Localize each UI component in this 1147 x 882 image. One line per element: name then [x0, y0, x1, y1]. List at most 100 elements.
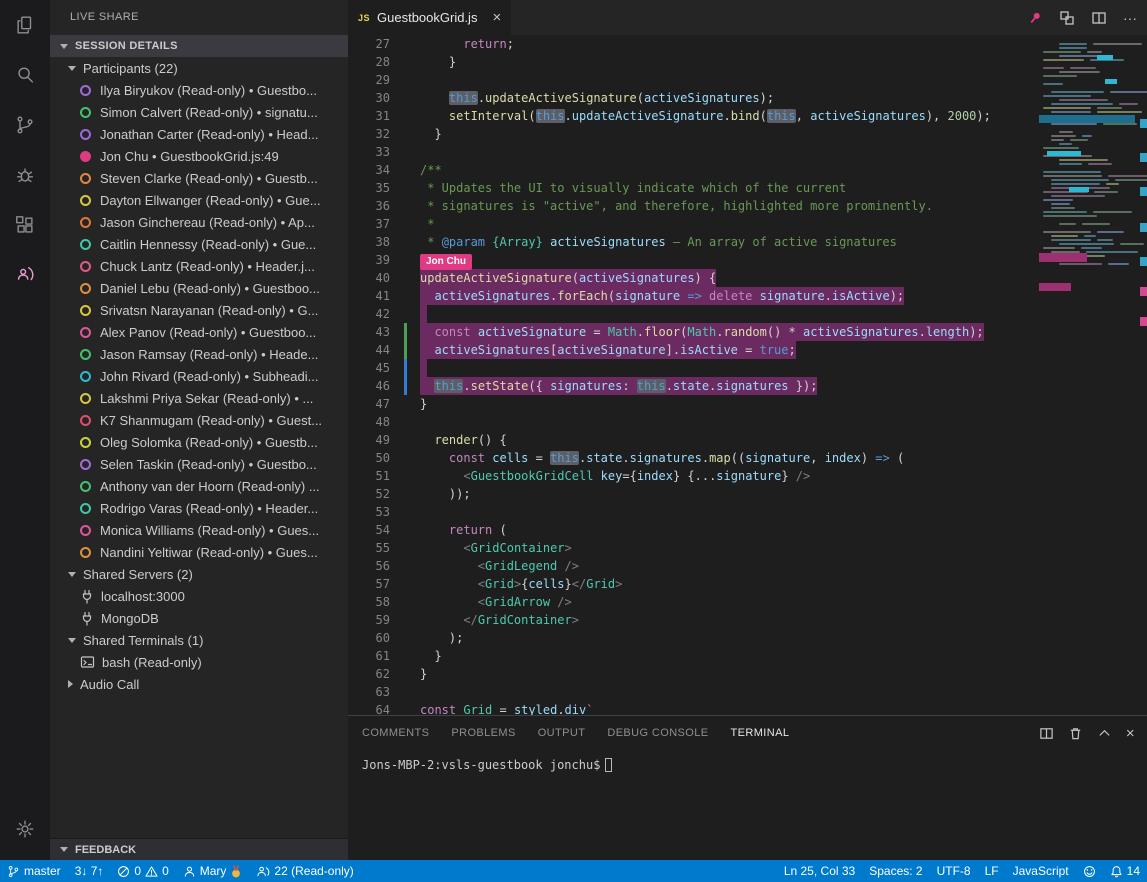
code-line[interactable]: 55 <GridContainer>: [348, 539, 1147, 557]
code-editor[interactable]: 27 return; 28 } 29 30 this.updateActiveSign…: [348, 35, 1147, 715]
line-number[interactable]: 45: [348, 359, 390, 377]
code-line[interactable]: 57 <Grid>{cells}</Grid>: [348, 575, 1147, 593]
explorer-icon[interactable]: [0, 0, 50, 50]
line-number[interactable]: 31: [348, 107, 390, 125]
audio-call-item[interactable]: Audio Call: [50, 673, 348, 695]
line-number[interactable]: 39: [348, 251, 390, 269]
git-branch-item[interactable]: master: [0, 860, 68, 882]
line-number[interactable]: 55: [348, 539, 390, 557]
line-number[interactable]: 38: [348, 233, 390, 251]
participant-item[interactable]: Jonathan Carter (Read-only) • Head...: [50, 123, 348, 145]
line-number[interactable]: 37: [348, 215, 390, 233]
maximize-panel-icon[interactable]: [1097, 726, 1112, 741]
line-number[interactable]: 63: [348, 683, 390, 701]
line-number[interactable]: 43: [348, 323, 390, 341]
line-number[interactable]: 35: [348, 179, 390, 197]
participant-item[interactable]: Jason Ginchereau (Read-only) • Ap...: [50, 211, 348, 233]
code-line[interactable]: 34 /**: [348, 161, 1147, 179]
code-line[interactable]: 52 ));: [348, 485, 1147, 503]
code-line[interactable]: 49 render() {: [348, 431, 1147, 449]
line-number[interactable]: 50: [348, 449, 390, 467]
line-number[interactable]: 52: [348, 485, 390, 503]
line-number[interactable]: 33: [348, 143, 390, 161]
code-line[interactable]: 32 }: [348, 125, 1147, 143]
git-sync-item[interactable]: 3↓ 7↑: [68, 860, 111, 882]
tab-problems[interactable]: PROBLEMS: [451, 727, 515, 739]
code-line[interactable]: 56 <GridLegend />: [348, 557, 1147, 575]
participant-item[interactable]: Caitlin Hennessy (Read-only) • Gue...: [50, 233, 348, 255]
shared-servers-header[interactable]: Shared Servers (2): [50, 563, 348, 585]
eol-item[interactable]: LF: [978, 860, 1006, 882]
debug-icon[interactable]: [0, 150, 50, 200]
line-number[interactable]: 46: [348, 377, 390, 395]
line-number[interactable]: 60: [348, 629, 390, 647]
code-line[interactable]: 62}: [348, 665, 1147, 683]
line-number[interactable]: 48: [348, 413, 390, 431]
minimap[interactable]: [1039, 35, 1147, 715]
code-line[interactable]: 51 <GuestbookGridCell key={index} {...si…: [348, 467, 1147, 485]
code-line[interactable]: 53: [348, 503, 1147, 521]
participant-item[interactable]: John Rivard (Read-only) • Subheadi...: [50, 365, 348, 387]
line-number[interactable]: 40: [348, 269, 390, 287]
problems-item[interactable]: 0 0: [110, 860, 175, 882]
participant-item[interactable]: Selen Taskin (Read-only) • Guestbo...: [50, 453, 348, 475]
feedback-smiley-item[interactable]: [1076, 860, 1103, 882]
line-number[interactable]: 30: [348, 89, 390, 107]
shared-terminals-header[interactable]: Shared Terminals (1): [50, 629, 348, 651]
code-line[interactable]: 29: [348, 71, 1147, 89]
line-number[interactable]: 47: [348, 395, 390, 413]
close-panel-icon[interactable]: ×: [1126, 725, 1135, 742]
participant-item[interactable]: Lakshmi Priya Sekar (Read-only) • ...: [50, 387, 348, 409]
line-number[interactable]: 54: [348, 521, 390, 539]
line-number[interactable]: 51: [348, 467, 390, 485]
code-line[interactable]: 58 <GridArrow />: [348, 593, 1147, 611]
participant-item[interactable]: Ilya Biryukov (Read-only) • Guestbo...: [50, 79, 348, 101]
signed-in-user-item[interactable]: Mary: [176, 860, 250, 882]
kill-terminal-icon[interactable]: [1068, 726, 1083, 741]
line-number[interactable]: 42: [348, 305, 390, 323]
line-number[interactable]: 32: [348, 125, 390, 143]
line-number[interactable]: 36: [348, 197, 390, 215]
code-line[interactable]: 60 );: [348, 629, 1147, 647]
live-share-status-item[interactable]: 22 (Read-only): [249, 860, 360, 882]
participant-item[interactable]: Rodrigo Varas (Read-only) • Header...: [50, 497, 348, 519]
code-line[interactable]: 44 activeSignatures[activeSignature].isA…: [348, 341, 1147, 359]
participant-item[interactable]: Anthony van der Hoorn (Read-only) ...: [50, 475, 348, 497]
code-line[interactable]: 54 return (: [348, 521, 1147, 539]
code-line[interactable]: 48: [348, 413, 1147, 431]
extensions-icon[interactable]: [0, 200, 50, 250]
encoding-item[interactable]: UTF-8: [930, 860, 978, 882]
tab-guestbookgrid[interactable]: JS GuestbookGrid.js ×: [348, 0, 512, 35]
live-share-icon[interactable]: [0, 250, 50, 300]
participant-item[interactable]: Oleg Solomka (Read-only) • Guestb...: [50, 431, 348, 453]
line-number[interactable]: 41: [348, 287, 390, 305]
tab-comments[interactable]: COMMENTS: [362, 727, 429, 739]
participant-item[interactable]: Dayton Ellwanger (Read-only) • Gue...: [50, 189, 348, 211]
cursor-position-item[interactable]: Ln 25, Col 33: [777, 860, 862, 882]
line-number[interactable]: 44: [348, 341, 390, 359]
tab-terminal[interactable]: TERMINAL: [731, 727, 790, 739]
code-line[interactable]: 40 updateActiveSignature(activeSignatures…: [348, 269, 1147, 287]
terminal[interactable]: Jons-MBP-2:vsls-guestbook jonchu$: [348, 750, 1147, 772]
code-line[interactable]: 38 * @param {Array} activeSignatures — A…: [348, 233, 1147, 251]
code-line[interactable]: 27 return;: [348, 35, 1147, 53]
open-changes-icon[interactable]: [1059, 10, 1075, 26]
code-line[interactable]: 42: [348, 305, 1147, 323]
tab-debug-console[interactable]: DEBUG CONSOLE: [607, 727, 708, 739]
line-number[interactable]: 53: [348, 503, 390, 521]
line-number[interactable]: 64: [348, 701, 390, 715]
code-line[interactable]: 45: [348, 359, 1147, 377]
indentation-item[interactable]: Spaces: 2: [862, 860, 929, 882]
code-line[interactable]: 33: [348, 143, 1147, 161]
split-panel-icon[interactable]: [1039, 726, 1054, 741]
line-number[interactable]: 59: [348, 611, 390, 629]
line-number[interactable]: 49: [348, 431, 390, 449]
more-actions-icon[interactable]: ···: [1123, 10, 1137, 26]
line-number[interactable]: 28: [348, 53, 390, 71]
participant-item[interactable]: Simon Calvert (Read-only) • signatu...: [50, 101, 348, 123]
search-icon[interactable]: [0, 50, 50, 100]
line-number[interactable]: 27: [348, 35, 390, 53]
line-number[interactable]: 58: [348, 593, 390, 611]
code-line[interactable]: 63: [348, 683, 1147, 701]
code-line[interactable]: 46 this.setState({ signatures: this.stat…: [348, 377, 1147, 395]
